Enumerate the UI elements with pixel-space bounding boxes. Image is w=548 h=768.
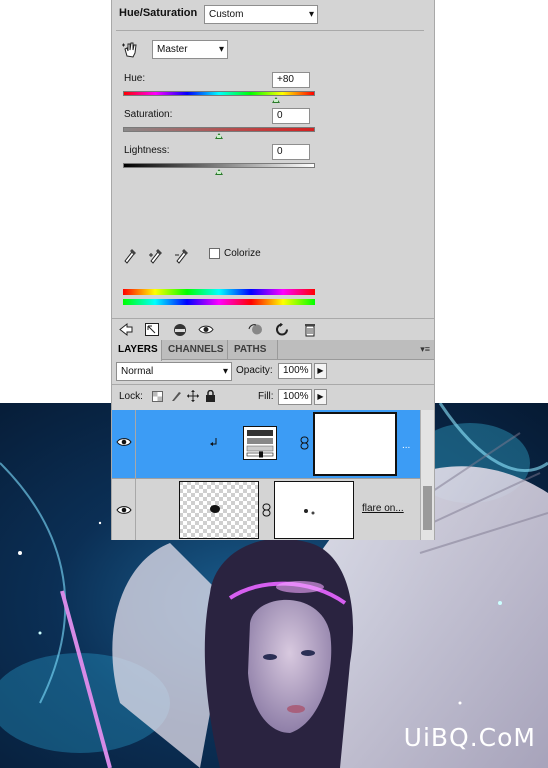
output-spectrum-bar bbox=[123, 299, 315, 305]
visibility-column-divider bbox=[135, 479, 136, 540]
tab-channels[interactable]: CHANNELS bbox=[162, 340, 228, 360]
chevron-down-icon: ▾ bbox=[222, 366, 228, 377]
hue-input[interactable]: +80 bbox=[272, 72, 310, 88]
view-previous-state-icon[interactable] bbox=[248, 322, 264, 337]
tab-layers[interactable]: LAYERS bbox=[112, 340, 162, 361]
layer-row-hue-saturation[interactable]: ... bbox=[112, 410, 420, 478]
layers-panel: LAYERS CHANNELS PATHS ▾≡ Normal ▾ Opacit… bbox=[111, 340, 435, 540]
visibility-eye-icon[interactable] bbox=[198, 322, 214, 337]
separator bbox=[112, 384, 434, 385]
layer-content-thumbnail[interactable] bbox=[179, 481, 259, 539]
targeted-adjustment-hand-icon[interactable] bbox=[121, 40, 141, 60]
adjustments-toolbar bbox=[112, 318, 434, 339]
back-arrow-icon[interactable] bbox=[118, 322, 134, 337]
channel-value: Master bbox=[157, 44, 188, 55]
reset-icon[interactable] bbox=[274, 322, 290, 337]
blend-mode-dropdown[interactable]: Normal ▾ bbox=[116, 362, 232, 381]
lock-label: Lock: bbox=[119, 391, 143, 402]
panel-tabs: LAYERS CHANNELS PATHS ▾≡ bbox=[112, 340, 434, 361]
fill-slider-button[interactable]: ▶ bbox=[314, 389, 327, 405]
saturation-label: Saturation: bbox=[124, 109, 173, 120]
mask-link-chain-icon[interactable] bbox=[262, 503, 271, 517]
eyedropper-plus-icon[interactable] bbox=[148, 246, 164, 264]
visibility-column-divider bbox=[135, 410, 136, 478]
panel-menu-icon[interactable]: ▾≡ bbox=[420, 344, 430, 355]
eyedropper-minus-icon[interactable] bbox=[174, 246, 190, 264]
saturation-slider[interactable] bbox=[123, 127, 315, 132]
fill-input[interactable]: 100% bbox=[278, 389, 312, 405]
lock-image-pixels-brush-icon[interactable] bbox=[170, 390, 182, 402]
lock-position-move-icon[interactable] bbox=[187, 390, 199, 402]
lightness-input[interactable]: 0 bbox=[272, 144, 310, 160]
opacity-input[interactable]: 100% bbox=[278, 363, 312, 379]
opacity-slider-button[interactable]: ▶ bbox=[314, 363, 327, 379]
hue-slider-thumb[interactable] bbox=[272, 97, 280, 103]
blend-mode-value: Normal bbox=[121, 366, 154, 377]
layer-mask-thumbnail[interactable] bbox=[313, 412, 397, 476]
clip-to-layer-icon[interactable] bbox=[172, 322, 188, 337]
layer-visibility-eye-icon[interactable] bbox=[116, 504, 132, 516]
mask-link-chain-icon[interactable] bbox=[300, 436, 309, 450]
adjustment-title: Hue/Saturation bbox=[119, 7, 198, 19]
fill-label: Fill: bbox=[258, 391, 274, 402]
eyedropper-icon[interactable] bbox=[122, 246, 138, 264]
layer-name-flare[interactable]: flare on... bbox=[362, 503, 404, 514]
layer-mask-thumbnail[interactable] bbox=[274, 481, 354, 539]
watermark-text: UiBQ.CoM bbox=[403, 723, 536, 752]
adjustments-panel: Hue/Saturation Custom ▾ Master ▾ Hue: +8… bbox=[111, 0, 435, 340]
channel-dropdown[interactable]: Master ▾ bbox=[152, 40, 228, 59]
layer-visibility-eye-icon[interactable] bbox=[116, 436, 132, 448]
tab-paths[interactable]: PATHS bbox=[228, 340, 278, 360]
hue-saturation-adjustment-icon bbox=[243, 426, 277, 460]
lock-all-padlock-icon[interactable] bbox=[205, 390, 216, 402]
chevron-down-icon: ▾ bbox=[308, 9, 314, 20]
chevron-down-icon: ▾ bbox=[218, 44, 224, 55]
scrollbar-thumb[interactable] bbox=[423, 486, 432, 530]
input-spectrum-bar bbox=[123, 289, 315, 295]
saturation-input[interactable]: 0 bbox=[272, 108, 310, 124]
expand-view-icon[interactable] bbox=[144, 322, 160, 337]
colorize-checkbox[interactable] bbox=[209, 248, 220, 259]
lightness-slider[interactable] bbox=[123, 163, 315, 168]
more-dots: ... bbox=[402, 440, 411, 451]
clipping-arrow-icon bbox=[210, 438, 217, 446]
saturation-slider-thumb[interactable] bbox=[215, 133, 223, 139]
hue-slider[interactable] bbox=[123, 91, 315, 96]
preset-value: Custom bbox=[209, 9, 244, 20]
preset-dropdown[interactable]: Custom ▾ bbox=[204, 5, 318, 24]
layer-row-flare[interactable]: flare on... bbox=[112, 478, 420, 540]
colorize-label: Colorize bbox=[224, 248, 261, 259]
lightness-label: Lightness: bbox=[124, 145, 170, 156]
layers-scrollbar[interactable] bbox=[420, 410, 434, 540]
hue-label: Hue: bbox=[124, 73, 146, 84]
opacity-label: Opacity: bbox=[236, 365, 273, 376]
lock-transparent-pixels-icon[interactable] bbox=[152, 391, 163, 402]
trash-icon[interactable] bbox=[302, 322, 318, 337]
lightness-slider-thumb[interactable] bbox=[215, 169, 223, 175]
separator bbox=[116, 30, 424, 31]
